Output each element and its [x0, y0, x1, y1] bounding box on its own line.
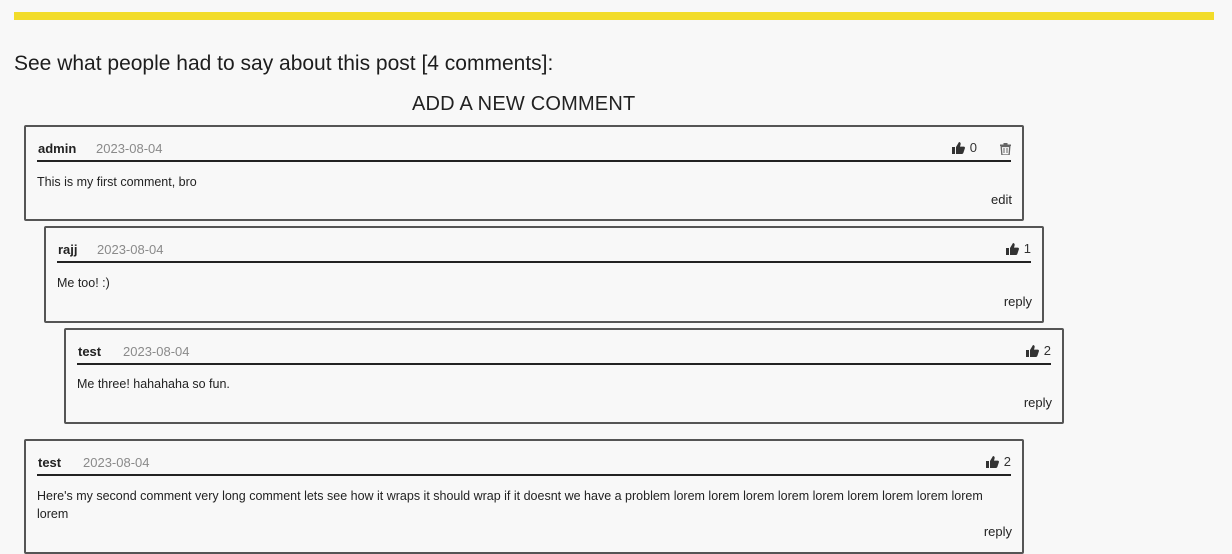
edit-button[interactable]: edit [991, 192, 1012, 207]
add-new-comment-button[interactable]: ADD A NEW COMMENT [412, 93, 635, 116]
reply-button[interactable]: reply [1024, 395, 1052, 410]
comment-header: admin 2023-08-04 0 [37, 138, 1011, 162]
comment-author[interactable]: admin [38, 141, 76, 156]
reply-button[interactable]: reply [984, 524, 1012, 539]
thumbs-up-icon [985, 455, 999, 468]
comment-header: test 2023-08-04 2 [37, 452, 1011, 476]
comment-date: 2023-08-04 [96, 141, 163, 156]
comment-card: rajj 2023-08-04 1 Me too! :) reply [44, 226, 1044, 323]
comment-date: 2023-08-04 [97, 242, 164, 257]
comment-text: This is my first comment, bro [37, 175, 197, 189]
comment-date: 2023-08-04 [123, 344, 190, 359]
like-button[interactable]: 1 [1005, 241, 1031, 256]
comment-text: Me three! hahahaha so fun. [77, 377, 230, 391]
like-count: 2 [1043, 343, 1051, 358]
reply-button[interactable]: reply [1004, 294, 1032, 309]
like-button[interactable]: 2 [1025, 343, 1051, 358]
comment-author[interactable]: test [78, 344, 101, 359]
thumbs-up-icon [951, 141, 965, 154]
comment-card: test 2023-08-04 2 Me three! hahahaha so … [64, 328, 1064, 424]
like-count: 2 [1003, 454, 1011, 469]
comment-author[interactable]: test [38, 455, 61, 470]
like-count: 0 [969, 140, 977, 155]
comment-author[interactable]: rajj [58, 242, 78, 257]
like-button[interactable]: 0 [951, 140, 977, 155]
comments-heading: See what people had to say about this po… [14, 52, 554, 75]
comment-date: 2023-08-04 [83, 455, 150, 470]
comment-header: rajj 2023-08-04 1 [57, 239, 1031, 263]
like-button[interactable]: 2 [985, 454, 1011, 469]
comment-text: Me too! :) [57, 276, 110, 290]
thumbs-up-icon [1005, 242, 1019, 255]
trash-icon [1000, 143, 1011, 156]
like-count: 1 [1023, 241, 1031, 256]
thumbs-up-icon [1025, 344, 1039, 357]
delete-button[interactable] [1000, 142, 1011, 160]
top-accent-bar [14, 12, 1214, 20]
comment-card: test 2023-08-04 2 Here's my second comme… [24, 439, 1024, 554]
comment-card: admin 2023-08-04 0 This is my first comm… [24, 125, 1024, 221]
comment-text: Here's my second comment very long comme… [37, 489, 983, 521]
comment-header: test 2023-08-04 2 [77, 341, 1051, 365]
